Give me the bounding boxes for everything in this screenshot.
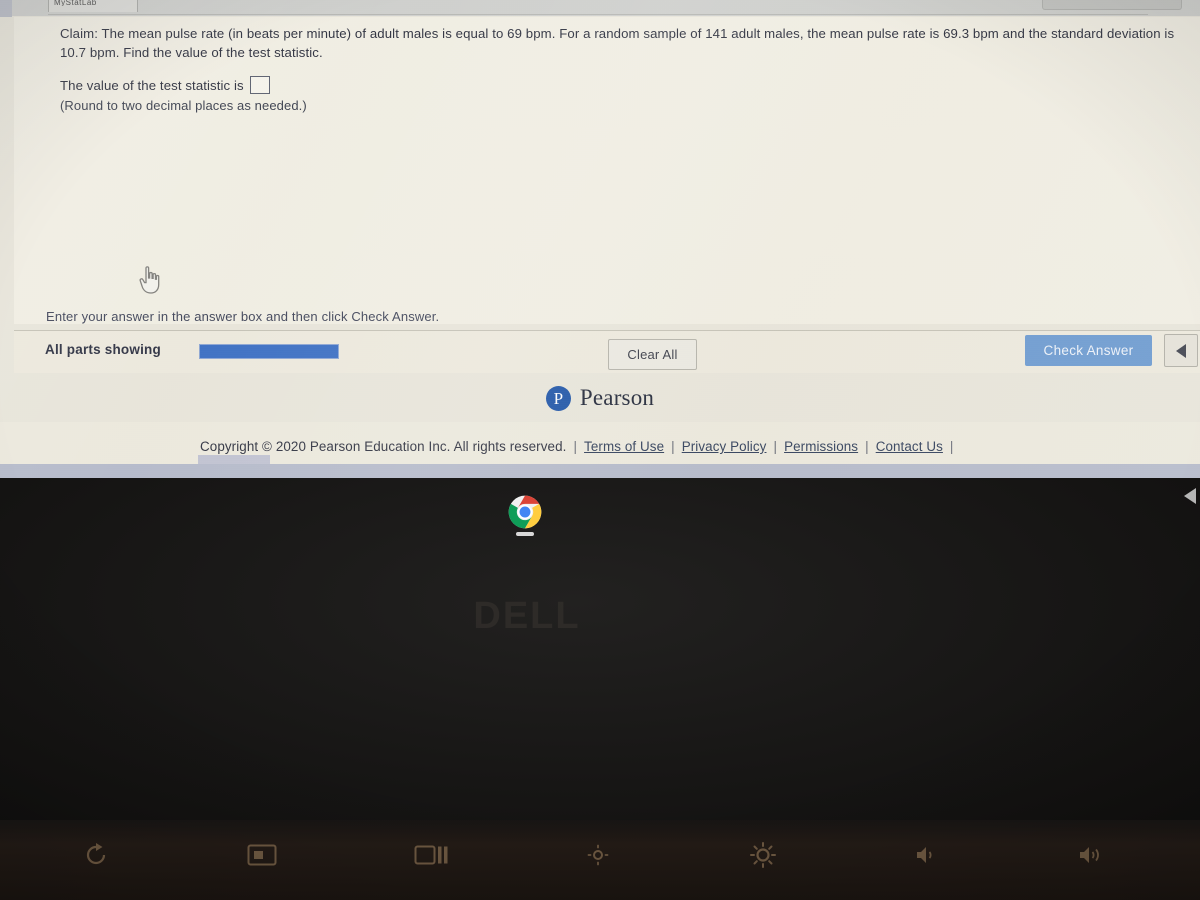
footer-separator-2: | — [773, 439, 778, 454]
screen-bottom-band — [0, 464, 1200, 478]
pearson-wordmark: Pearson — [579, 385, 655, 410]
overview-windows-key-icon — [414, 845, 448, 865]
screenshot-root: MyStatLab Claim: The mean pulse rate (in… — [0, 0, 1200, 900]
browser-toolbar-divider — [48, 14, 1148, 15]
test-statistic-input[interactable] — [249, 76, 270, 94]
claim-text: Claim: The mean pulse rate (in beats per… — [60, 26, 1175, 60]
footer-link-contact-us[interactable]: Contact Us — [876, 439, 943, 454]
browser-window-edge — [0, 0, 12, 17]
volume-down-key[interactable] — [887, 834, 967, 876]
brightness-up-key-icon — [750, 842, 776, 868]
footer-separator-3: | — [865, 439, 869, 454]
volume-up-key-icon — [1080, 847, 1099, 863]
refresh-key-icon — [86, 843, 106, 865]
brightness-up-key[interactable] — [723, 834, 803, 876]
chrome-icon[interactable] — [508, 495, 542, 529]
volume-up-key[interactable] — [1051, 834, 1131, 876]
instruction-text: Enter your answer in the answer box and … — [46, 309, 440, 324]
answer-prompt-label: The value of the test statistic is — [60, 77, 244, 93]
pearson-logo-icon: P — [545, 385, 571, 411]
chrome-running-indicator — [516, 532, 534, 536]
triangle-left-icon — [1176, 343, 1186, 358]
footer-separator-1: | — [671, 439, 675, 454]
laptop-bezel: DELL — [0, 478, 1200, 900]
volume-down-key-icon — [917, 847, 932, 863]
footer-separator-4: | — [949, 439, 954, 454]
browser-chrome-strip: MyStatLab — [0, 0, 1200, 17]
answer-row: The value of the test statistic is — [60, 76, 270, 94]
previous-question-button[interactable] — [1164, 334, 1198, 367]
footer-content: Copyright © 2020 Pearson Education Inc. … — [200, 439, 961, 454]
check-answer-button[interactable]: Check Answer — [1025, 335, 1152, 366]
copyright-text: Copyright © 2020 Pearson Education Inc. … — [200, 439, 567, 454]
browser-tab-label: MyStatLab — [54, 0, 97, 6]
control-bar: All parts showing Clear All Check Answer — [14, 331, 1200, 373]
footer-link-terms-of-use[interactable]: Terms of Use — [584, 439, 664, 454]
brightness-down-key[interactable] — [558, 834, 638, 876]
brightness-down-key-icon — [587, 844, 609, 866]
footer-link-permissions[interactable]: Permissions — [784, 439, 858, 454]
refresh-key[interactable] — [56, 834, 136, 876]
footer-separator-0: | — [573, 439, 578, 454]
triangle-right-icon — [1184, 488, 1196, 504]
browser-toolbar-controls[interactable] — [1042, 0, 1182, 10]
parts-progress-bar[interactable] — [199, 344, 339, 359]
keyboard-function-row — [0, 820, 1200, 900]
hand-pointer-cursor — [139, 266, 160, 294]
question-panel: Claim: The mean pulse rate (in beats per… — [14, 17, 1200, 324]
fullscreen-key-icon — [247, 844, 277, 866]
fullscreen-key[interactable] — [222, 834, 302, 876]
all-parts-showing-label: All parts showing — [45, 342, 161, 357]
instruction-row: Enter your answer in the answer box and … — [14, 305, 1200, 331]
footer-link-privacy-policy[interactable]: Privacy Policy — [682, 439, 767, 454]
pearson-brand-row: P Pearson — [0, 374, 1200, 422]
desktop-wallpaper: DELL — [0, 478, 1200, 820]
footer-strip: Copyright © 2020 Pearson Education Inc. … — [0, 422, 1200, 469]
overview-windows-key[interactable] — [391, 834, 471, 876]
dell-logo: DELL — [473, 594, 581, 637]
rounding-note: (Round to two decimal places as needed.) — [60, 98, 307, 113]
clear-all-button[interactable]: Clear All — [608, 339, 697, 370]
laptop-screen: MyStatLab Claim: The mean pulse rate (in… — [0, 0, 1200, 478]
